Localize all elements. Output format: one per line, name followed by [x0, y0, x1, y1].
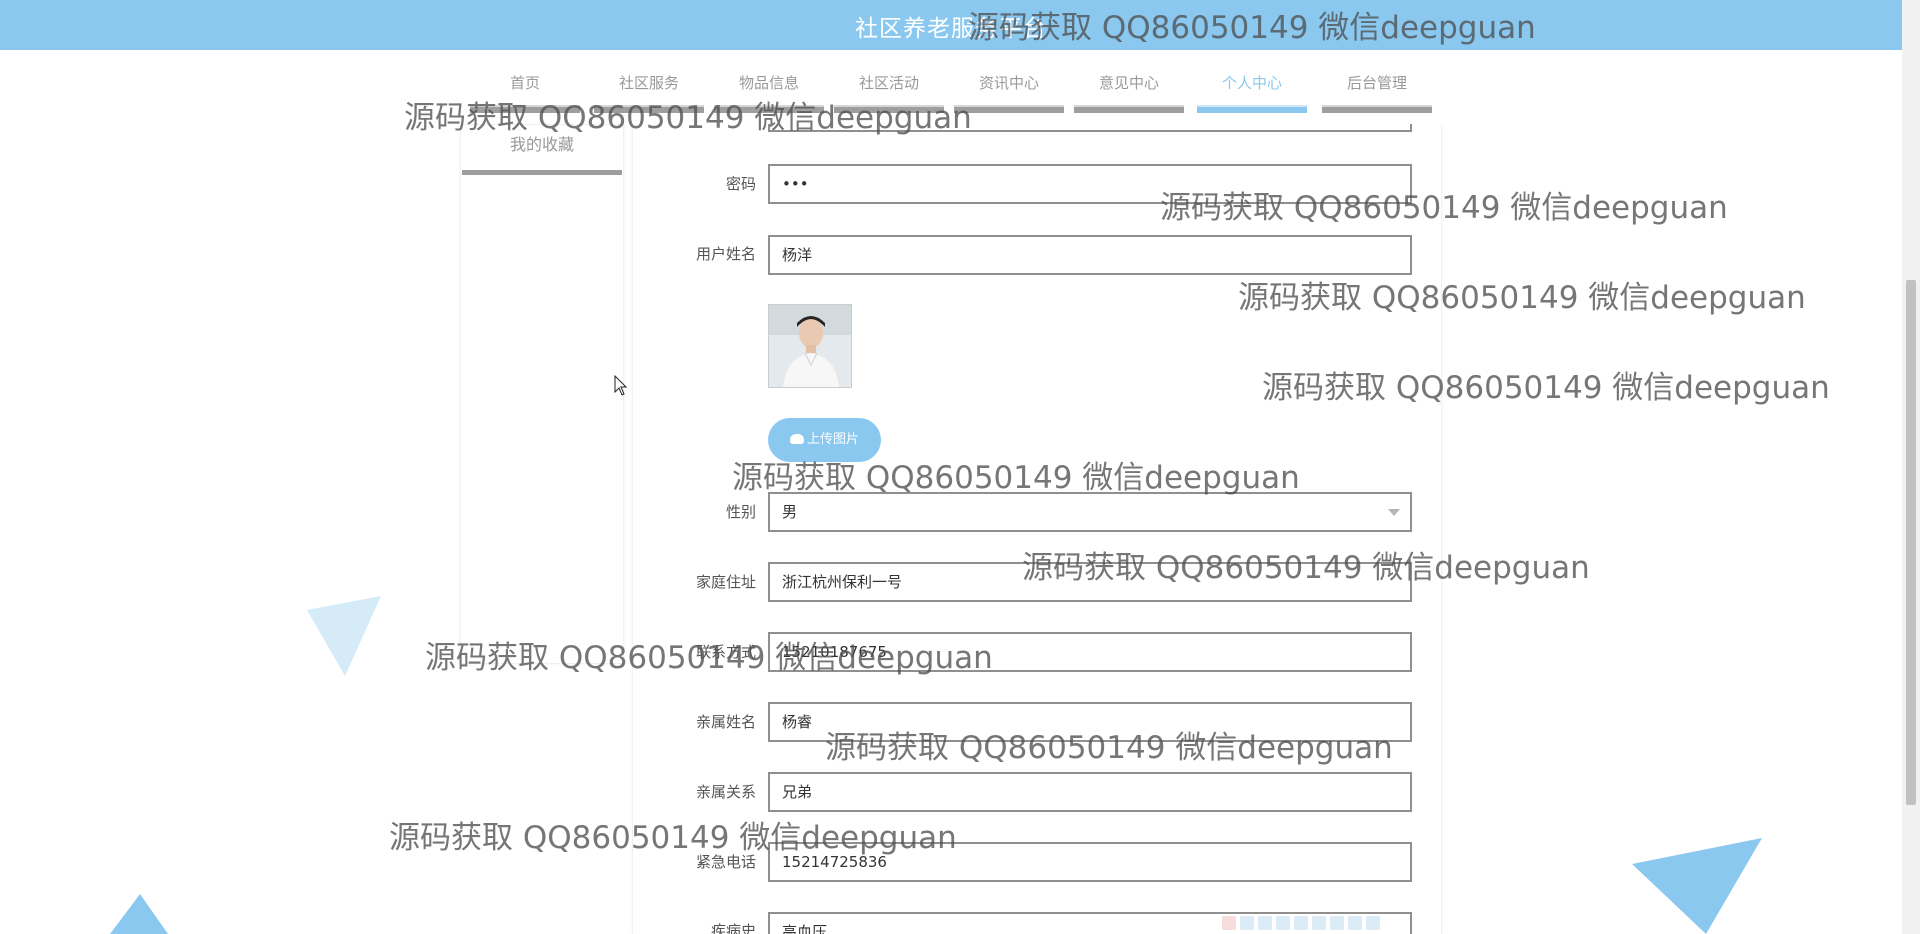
nav-admin[interactable]: 后台管理: [1322, 73, 1432, 113]
nav-underline: [834, 105, 944, 113]
contact-field[interactable]: 15210187675: [768, 632, 1412, 672]
gender-select[interactable]: 男: [768, 492, 1412, 532]
relative-name-field[interactable]: 杨睿: [768, 702, 1412, 742]
nav-label: 资讯中心: [978, 74, 1039, 92]
relation-label: 亲属关系: [695, 783, 756, 801]
sidebar-item-label: 我的收藏: [509, 135, 574, 154]
nav-label: 首页: [509, 74, 540, 92]
emergency-phone-label: 紧急电话: [695, 853, 756, 871]
cloud-upload-icon: [789, 433, 804, 444]
password-field[interactable]: •••: [768, 164, 1412, 204]
nav-label: 社区活动: [858, 74, 919, 92]
username-label: 用户姓名: [695, 245, 756, 263]
relative-name-label: 亲属姓名: [695, 713, 756, 731]
toolbar-icon: [1258, 915, 1272, 930]
nav-underline: [1197, 105, 1307, 113]
emergency-phone-field[interactable]: 15214725836: [768, 842, 1412, 882]
upload-image-button[interactable]: 上传图片: [768, 418, 881, 462]
medical-history-label: 疾病史: [710, 922, 756, 934]
nav-underline: [954, 105, 1064, 113]
nav-label: 后台管理: [1346, 74, 1407, 92]
nav-underline: [594, 105, 704, 113]
upload-button-label: 上传图片: [806, 432, 859, 447]
nav-underline: [1074, 105, 1184, 113]
header-bar: 社区养老服务平台: [0, 0, 1902, 50]
mouse-cursor-icon: [614, 375, 628, 396]
toolbar-icon: [1312, 915, 1326, 930]
nav-home[interactable]: 首页: [470, 73, 580, 113]
username-field[interactable]: 杨洋: [768, 235, 1412, 275]
contact-label: 联系方式: [695, 643, 756, 661]
decorative-triangle-left-shape: [307, 596, 381, 676]
scrollbar-thumb[interactable]: [1906, 280, 1916, 805]
nav-goods-info[interactable]: 物品信息: [714, 73, 824, 113]
relation-field[interactable]: 兄弟: [768, 772, 1412, 812]
decorative-triangle-bottom-left: [110, 894, 168, 934]
nav-underline: [714, 105, 824, 113]
nav-label: 社区服务: [618, 74, 679, 92]
address-label: 家庭住址: [695, 573, 756, 591]
sidebar-item-underline: [462, 170, 622, 175]
toolbar-icon: [1222, 915, 1236, 930]
toolbar-icon: [1240, 915, 1254, 930]
nav-underline: [470, 105, 580, 113]
decorative-triangle-bottom-right: [1632, 838, 1762, 934]
gender-label: 性别: [725, 503, 756, 521]
nav-community-activities[interactable]: 社区活动: [834, 73, 944, 113]
password-label: 密码: [725, 175, 756, 193]
avatar-image[interactable]: [768, 304, 852, 388]
nav-personal-center[interactable]: 个人中心: [1197, 73, 1307, 113]
main-nav: 首页 社区服务 物品信息 社区活动 资讯中心 意见中心 个人中心 后台管理: [0, 50, 1902, 124]
page: 社区养老服务平台 我的收藏 密码 ••• 用户姓名 杨洋 上传图片 性别 男 家…: [0, 0, 1920, 934]
toolbar-icon: [1330, 915, 1344, 930]
vertical-scrollbar[interactable]: [1902, 0, 1920, 934]
nav-label: 物品信息: [738, 74, 799, 92]
nav-feedback-center[interactable]: 意见中心: [1074, 73, 1184, 113]
nav-label: 意见中心: [1098, 74, 1159, 92]
chevron-down-icon: [1388, 509, 1400, 516]
nav-community-services[interactable]: 社区服务: [594, 73, 704, 113]
sidebar: 我的收藏: [460, 124, 624, 664]
address-field[interactable]: 浙江杭州保利一号: [768, 562, 1412, 602]
site-title: 社区养老服务平台: [855, 16, 1047, 42]
input-method-toolbar: [1222, 912, 1422, 934]
nav-underline: [1322, 105, 1432, 113]
sidebar-item-favorites[interactable]: 我的收藏: [462, 125, 622, 175]
toolbar-icon: [1348, 915, 1362, 930]
gender-selected-value: 男: [782, 503, 798, 521]
toolbar-icon: [1276, 915, 1290, 930]
avatar-photo-icon: [769, 305, 851, 387]
toolbar-icon: [1366, 915, 1380, 930]
nav-label: 个人中心: [1221, 74, 1282, 92]
nav-news-center[interactable]: 资讯中心: [954, 73, 1064, 113]
toolbar-icon: [1294, 915, 1308, 930]
